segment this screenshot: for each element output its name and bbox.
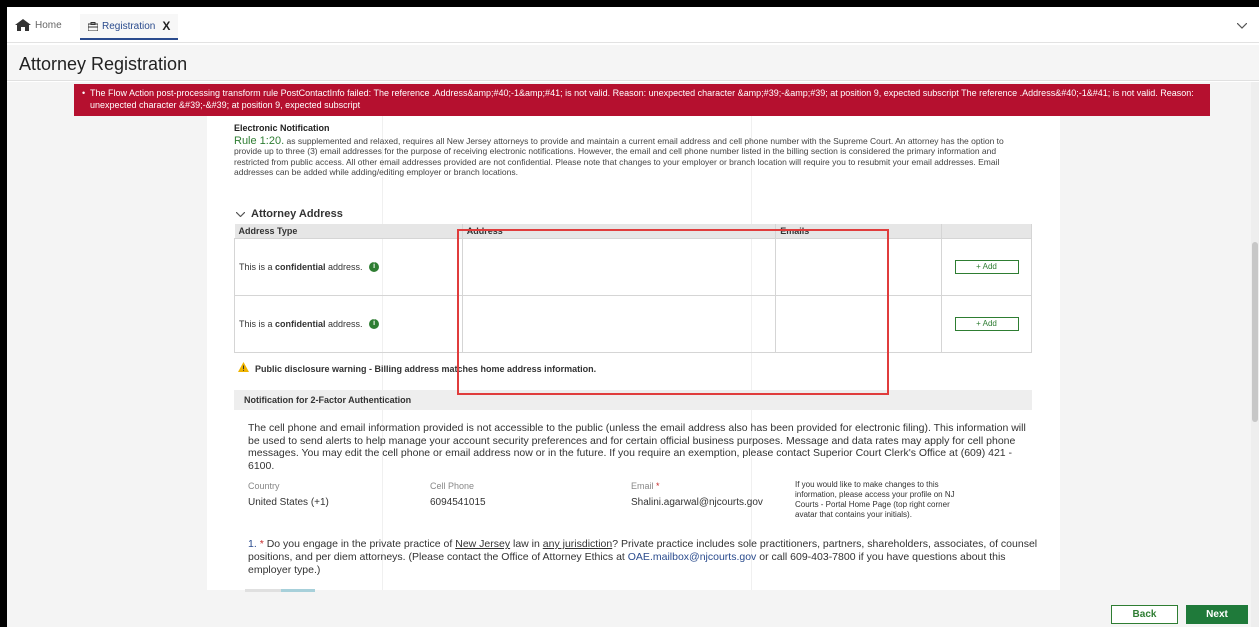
briefcase-icon [88, 21, 98, 31]
toggle-option-no[interactable] [281, 589, 315, 592]
annotation-highlight-box [457, 229, 889, 395]
required-marker: * [656, 481, 660, 491]
warning-icon [238, 362, 249, 375]
column-header-actions [941, 224, 1032, 239]
address-type-suffix: address. [325, 261, 363, 272]
address-type-cell: This is a confidential address. i [234, 295, 463, 353]
chevron-down-icon[interactable] [1236, 18, 1248, 32]
address-type-cell: This is a confidential address. i [234, 238, 463, 296]
question-number: 1. [248, 538, 257, 550]
add-address-button[interactable]: + Add [954, 317, 1019, 331]
tab-home-label: Home [35, 19, 62, 31]
email-value: Shalini.agarwal@njcourts.gov [631, 497, 763, 508]
profile-note: If you would like to make changes to thi… [795, 480, 955, 519]
country-label: Country [248, 481, 280, 491]
error-banner: The Flow Action post-processing transfor… [74, 84, 1210, 116]
app-frame: Home Registration X Attorney Registratio… [7, 7, 1259, 627]
question-text: Do you engage in the private practice of [263, 538, 456, 550]
rule-text: as supplemented and relaxed, requires al… [234, 136, 1004, 178]
address-type-prefix: This is a [239, 318, 276, 329]
new-jersey-link[interactable]: New Jersey [455, 538, 510, 550]
email-label-text: Email [631, 481, 654, 491]
chevron-down-icon [235, 209, 246, 220]
toggle-option-yes[interactable] [245, 589, 281, 592]
country-value: United States (+1) [248, 497, 329, 508]
oae-email-link[interactable]: OAE.mailbox@njcourts.gov [628, 551, 757, 563]
address-type-suffix: address. [325, 318, 363, 329]
divider [382, 116, 383, 590]
page-title: Attorney Registration [19, 54, 188, 74]
electronic-notification-text: Rule 1:20. as supplemented and relaxed, … [234, 136, 1024, 178]
close-icon[interactable]: X [162, 19, 170, 33]
actions-cell: + Add [941, 238, 1032, 296]
address-type-bold: confidential [275, 261, 326, 272]
page-header: Attorney Registration [7, 45, 1259, 81]
address-type-bold: confidential [275, 318, 326, 329]
scrollbar[interactable] [1251, 82, 1259, 627]
electronic-notification-heading: Electronic Notification [234, 123, 330, 133]
scrollbar-thumb[interactable] [1252, 242, 1258, 422]
info-icon[interactable]: i [369, 319, 380, 330]
tab-registration[interactable]: Registration X [80, 14, 179, 40]
question-text: law in [510, 538, 543, 550]
next-button[interactable]: Next [1186, 605, 1248, 624]
cell-phone-value: 6094541015 [430, 497, 486, 508]
back-button[interactable]: Back [1111, 605, 1178, 624]
actions-cell: + Add [941, 295, 1032, 353]
address-type-prefix: This is a [239, 261, 276, 272]
question-private-practice: 1. * Do you engage in the private practi… [248, 538, 1043, 577]
tab-home[interactable]: Home [15, 19, 62, 31]
add-address-button[interactable]: + Add [954, 260, 1019, 274]
tab-bar: Home Registration X [7, 7, 1259, 43]
cell-phone-label: Cell Phone [430, 481, 475, 491]
attorney-address-toggle[interactable]: Attorney Address [235, 208, 343, 220]
home-icon [15, 19, 31, 31]
info-icon[interactable]: i [369, 262, 380, 273]
attorney-address-title: Attorney Address [251, 208, 343, 220]
email-label: Email * [631, 481, 660, 491]
rule-link[interactable]: Rule 1:20. [234, 135, 284, 147]
any-jurisdiction-link[interactable]: any jurisdiction [543, 538, 612, 550]
column-header-address-type: Address Type [234, 224, 463, 239]
tab-registration-label: Registration [102, 20, 156, 32]
two-factor-text: The cell phone and email information pro… [248, 422, 1026, 472]
answer-toggle[interactable] [245, 589, 315, 592]
